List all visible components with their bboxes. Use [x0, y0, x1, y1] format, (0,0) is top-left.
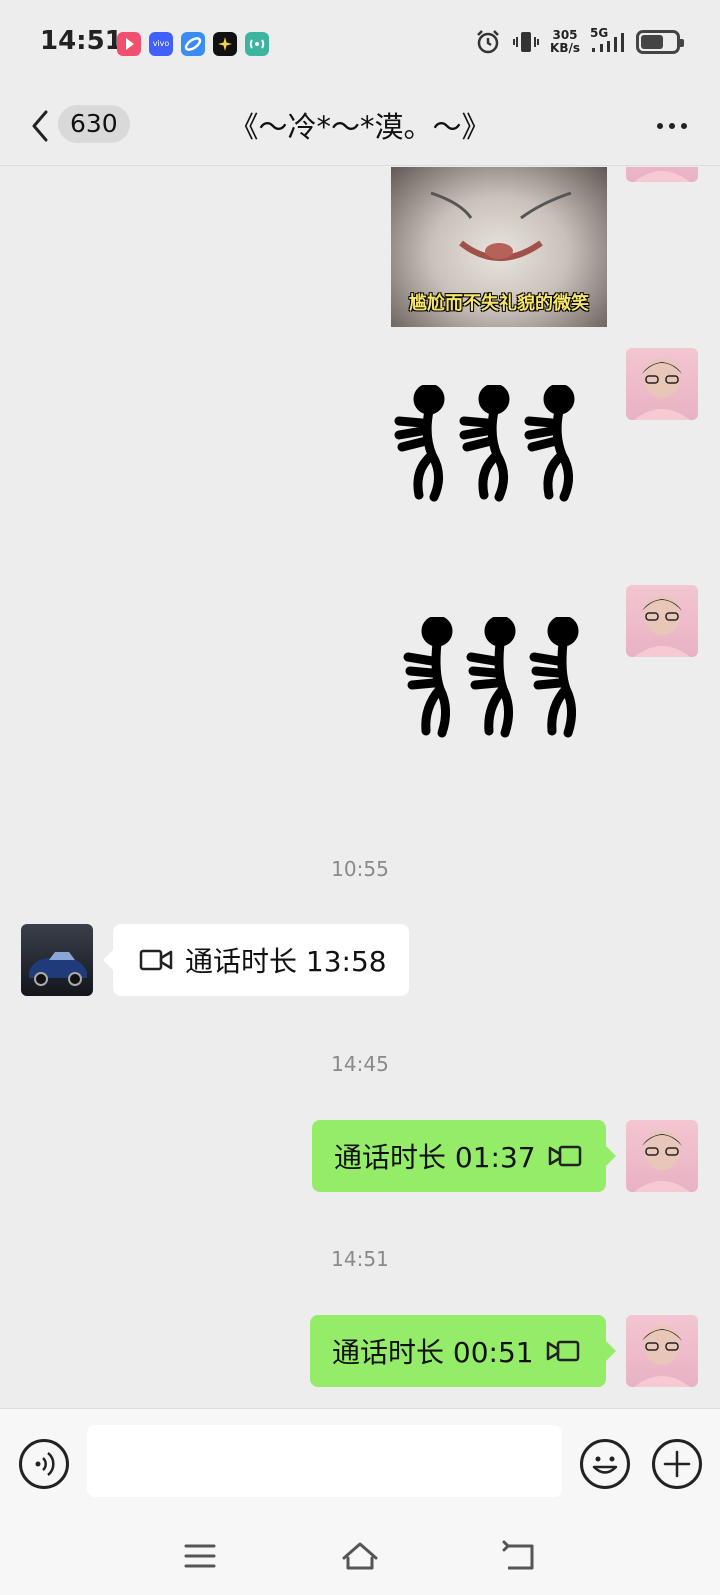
- more-dots-icon: [657, 123, 687, 129]
- my-avatar[interactable]: [626, 585, 698, 657]
- more-functions-button[interactable]: [652, 1439, 702, 1489]
- message-list[interactable]: 尴尬而不失礼貌的微笑 10:55 通话时长 13:58 14:45 通话时长 0…: [0, 167, 720, 1408]
- voice-icon: [35, 1452, 55, 1476]
- network-speed-unit: KB/s: [550, 41, 580, 55]
- back-button[interactable]: [26, 106, 56, 146]
- call-duration-label: 通话时长 01:37: [334, 1141, 536, 1174]
- message-text-input[interactable]: [87, 1425, 562, 1497]
- meme-image-message[interactable]: 尴尬而不失礼貌的微笑: [391, 167, 607, 327]
- browser-icon: [181, 32, 205, 56]
- video-call-icon: [548, 1145, 581, 1167]
- chevron-left-icon: [32, 110, 48, 142]
- back-nav-button[interactable]: [500, 1536, 540, 1576]
- battery-icon: [636, 30, 684, 54]
- incoming-video-call-bubble[interactable]: 通话时长 13:58: [103, 924, 409, 996]
- sparkle-icon: [213, 32, 237, 56]
- cellular-signal: 5G: [590, 26, 626, 56]
- person-avatar-icon: [634, 171, 690, 182]
- home-button[interactable]: [340, 1536, 380, 1576]
- video-app-icon: [117, 32, 141, 56]
- more-options-button[interactable]: [652, 106, 692, 146]
- unread-count-badge[interactable]: 630: [58, 105, 130, 143]
- network-speed: 305 KB/s: [550, 29, 580, 55]
- status-time: 14:51: [40, 26, 123, 56]
- voice-input-button[interactable]: [19, 1439, 69, 1489]
- signal-bars-icon: [592, 33, 624, 52]
- notification-app-icons: vivo: [117, 32, 269, 56]
- video-call-icon: [546, 1340, 579, 1362]
- chat-title: 《～冷*～*漠。～》: [229, 110, 491, 144]
- wifi-hotspot-icon: [245, 32, 269, 56]
- message-timestamp: 10:55: [331, 857, 389, 881]
- my-avatar[interactable]: [626, 1315, 698, 1387]
- system-navigation-bar: [0, 1518, 720, 1595]
- chat-header: 630 《～冷*～*漠。～》: [0, 86, 720, 166]
- contact-avatar[interactable]: [21, 924, 93, 996]
- person-avatar-icon: [634, 358, 690, 420]
- back-arrow-icon: [502, 1540, 534, 1570]
- message-input-bar: [0, 1408, 720, 1518]
- vibrate-icon: [513, 32, 540, 52]
- my-avatar[interactable]: [626, 1120, 698, 1192]
- message-timestamp: 14:45: [331, 1052, 389, 1076]
- call-duration-label: 通话时长 13:58: [185, 945, 387, 978]
- smiley-icon: [592, 1456, 618, 1474]
- menu-button[interactable]: [180, 1536, 220, 1576]
- home-icon: [342, 1542, 378, 1570]
- dancing-figures-sticker[interactable]: [402, 617, 602, 742]
- person-avatar-icon: [634, 595, 690, 657]
- outgoing-video-call-bubble[interactable]: 通话时长 01:37: [312, 1120, 616, 1192]
- my-avatar[interactable]: [626, 348, 698, 420]
- hamburger-menu-icon: [184, 1544, 216, 1568]
- call-duration-label: 通话时长 00:51: [332, 1336, 534, 1369]
- emoji-button[interactable]: [580, 1439, 630, 1489]
- status-bar: 14:51 vivo 305 KB/s 5G: [0, 0, 720, 86]
- plus-icon: [663, 1450, 691, 1478]
- dancing-figures-sticker[interactable]: [394, 385, 604, 505]
- status-right-cluster: 305 KB/s 5G: [474, 26, 684, 56]
- person-avatar-icon: [634, 1130, 690, 1192]
- person-avatar-icon: [634, 1325, 690, 1387]
- video-call-icon: [139, 949, 173, 971]
- my-avatar[interactable]: [626, 167, 698, 182]
- message-timestamp: 14:51: [331, 1247, 389, 1271]
- outgoing-video-call-bubble[interactable]: 通话时长 00:51: [310, 1315, 616, 1387]
- meme-caption: 尴尬而不失礼貌的微笑: [409, 293, 589, 314]
- car-avatar-icon: [29, 952, 87, 986]
- vivo-icon: vivo: [149, 32, 173, 56]
- alarm-icon: [477, 30, 499, 54]
